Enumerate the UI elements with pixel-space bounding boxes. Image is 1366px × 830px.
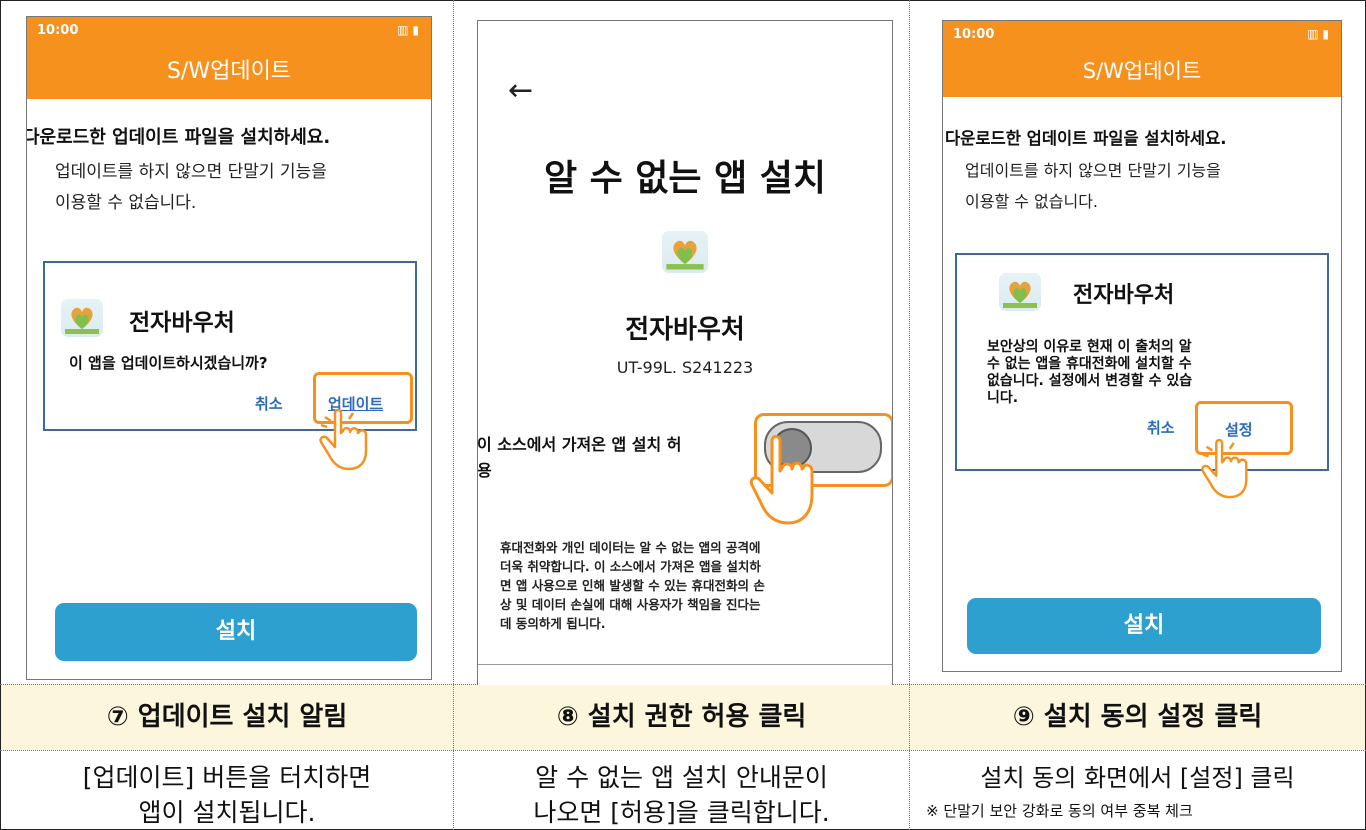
phone-screen-update-notice: 10:00 ▥ ▮ S/W업데이트 다운로드한 업데이트 파일을 설치하세요. … — [26, 16, 432, 680]
row-divider — [0, 750, 1366, 751]
pointing-hand-icon — [1201, 439, 1248, 499]
caption-title-8: ⑧ 설치 권한 허용 클릭 — [556, 702, 807, 732]
update-message-line2: 이용할 수 없습니다. — [55, 193, 197, 213]
caption-desc-7-line1: [업데이트] 버튼을 터치하면 — [82, 763, 372, 792]
back-arrow-icon[interactable]: ← — [508, 73, 533, 108]
toggle-label-line1: 이 소스에서 가져온 앱 설치 허 — [477, 435, 682, 454]
warning-line: 휴대전화와 개인 데이터는 알 수 없는 앱의 공격에 — [500, 540, 761, 555]
app-version: UT-99L. S241223 — [616, 358, 754, 377]
status-icons: ▥ ▮ — [1307, 27, 1329, 41]
screen-title: 알 수 없는 앱 설치 — [544, 158, 826, 199]
phone-screen-unknown-apps: ← 알 수 없는 앱 설치 전자바우처 UT-99L. S241223 이 소스… — [477, 20, 893, 685]
status-time: 10:00 — [953, 27, 995, 42]
warning-line: 상 및 데이터 손실에 대해 사용자가 책임을 진다는 — [500, 597, 761, 612]
dialog-cancel-button[interactable]: 취소 — [1147, 417, 1175, 438]
status-time: 10:00 — [37, 23, 79, 38]
voucher-app-icon — [61, 299, 103, 337]
update-message-title: 다운로드한 업데이트 파일을 설치하세요. — [945, 129, 1227, 148]
dialog-app-name: 전자바우처 — [129, 310, 235, 336]
warning-text: 휴대전화와 개인 데이터는 알 수 없는 앱의 공격에 더욱 취약합니다. 이 … — [500, 538, 765, 633]
dialog-cancel-button[interactable]: 취소 — [255, 393, 283, 414]
dialog-message: 보안상의 이유로 현재 이 출처의 알 수 없는 앱을 휴대전화에 설치할 수 … — [987, 339, 1192, 407]
pointing-hand-icon — [749, 435, 814, 525]
status-icons: ▥ ▮ — [397, 23, 419, 37]
pointing-hand-icon — [319, 409, 368, 471]
update-message-line1: 업데이트를 하지 않으면 단말기 기능을 — [965, 161, 1221, 180]
caption-note-9: ※ 단말기 보안 강화로 동의 여부 중복 체크 — [926, 802, 1193, 820]
app-name: 전자바우처 — [625, 315, 745, 345]
update-message-line1: 업데이트를 하지 않으면 단말기 기능을 — [55, 162, 327, 182]
caption-title-9: ⑨ 설치 동의 설정 클릭 — [1012, 702, 1263, 732]
header-title: S/W업데이트 — [1082, 59, 1202, 83]
header-title: S/W업데이트 — [166, 59, 292, 84]
voucher-app-icon — [999, 273, 1041, 311]
caption-desc-8-line1: 알 수 없는 앱 설치 안내문이 — [535, 763, 828, 792]
dialog-message-line: 없습니다. 설정에서 변경할 수 있습 — [987, 373, 1193, 389]
voucher-app-icon — [662, 231, 708, 273]
dialog-message: 이 앱을 업데이트하시겠습니까? — [69, 354, 268, 372]
bottom-divider — [478, 664, 892, 665]
toggle-label-line2: 용 — [477, 461, 492, 480]
dialog-message-line: 보안상의 이유로 현재 이 출처의 알 — [987, 339, 1192, 355]
warning-line: 더욱 취약합니다. 이 소스에서 가져온 앱을 설치하 — [500, 559, 761, 574]
update-message-line2: 이용할 수 없습니다. — [965, 192, 1099, 211]
install-button[interactable]: 설치 — [967, 598, 1321, 654]
dialog-app-name: 전자바우처 — [1073, 283, 1175, 308]
app-header: 10:00 ▥ ▮ S/W업데이트 — [27, 17, 431, 99]
update-message-title: 다운로드한 업데이트 파일을 설치하세요. — [26, 127, 331, 148]
app-header: 10:00 ▥ ▮ S/W업데이트 — [943, 21, 1341, 97]
dialog-message-line: 수 없는 앱을 휴대전화에 설치할 수 — [987, 356, 1192, 372]
warning-line: 면 앱 사용으로 인해 발생할 수 있는 휴대전화의 손 — [500, 578, 765, 593]
dialog-message-line: 니다. — [987, 390, 1019, 406]
caption-desc-7-line2: 앱이 설치됩니다. — [138, 798, 316, 827]
caption-desc-8-line2: 나오면 [허용]을 클릭합니다. — [533, 798, 830, 827]
caption-desc-9-line1: 설치 동의 화면에서 [설정] 클릭 — [980, 764, 1295, 792]
phone-screen-install-consent: 10:00 ▥ ▮ S/W업데이트 다운로드한 업데이트 파일을 설치하세요. … — [942, 20, 1342, 672]
install-button[interactable]: 설치 — [55, 603, 417, 661]
warning-line: 데 동의하게 됩니다. — [500, 616, 606, 631]
caption-title-7: ⑦ 업데이트 설치 알림 — [106, 702, 348, 732]
